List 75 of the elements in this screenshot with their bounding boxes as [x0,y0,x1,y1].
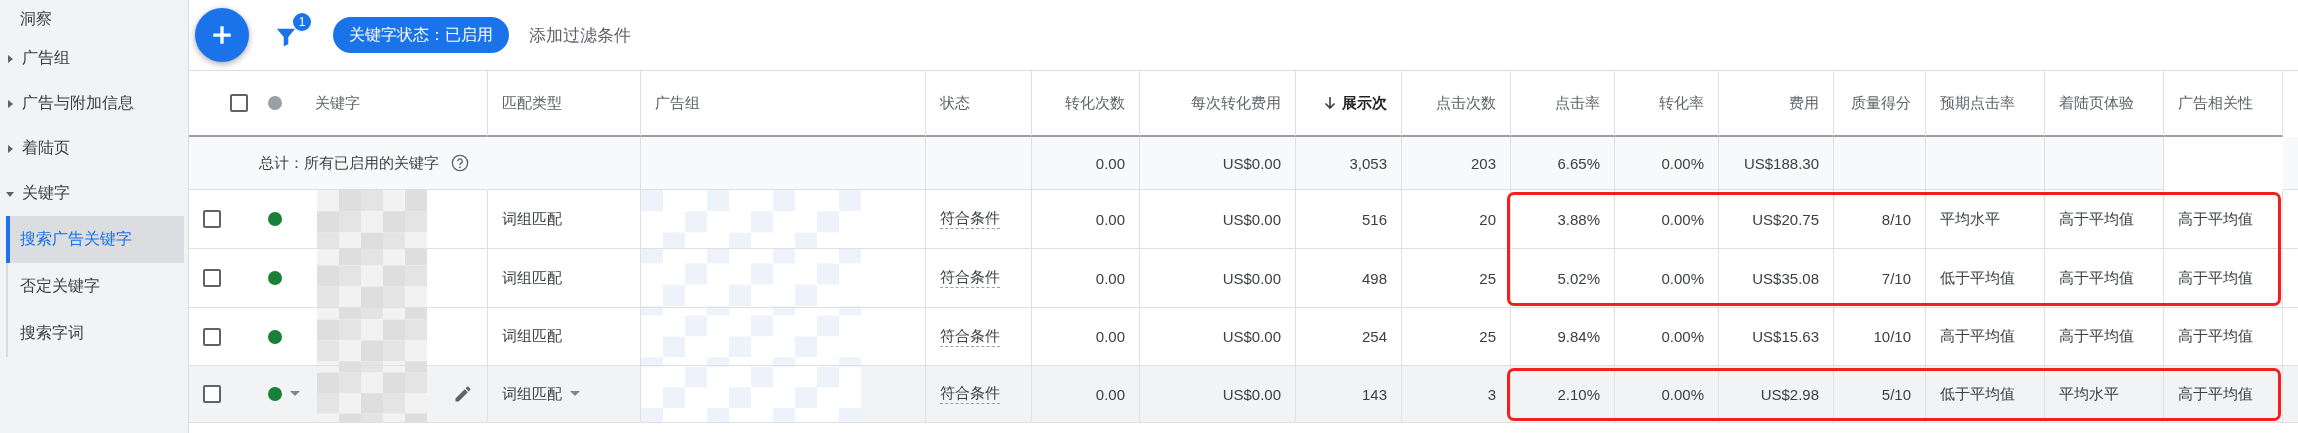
table-cell: 高于平均值 [2045,249,2164,308]
table-cell: 203 [1402,137,1511,190]
table-cell: 8/10 [1834,190,1926,249]
dropdown-caret-icon[interactable] [570,391,580,397]
nav-label: 广告与附加信息 [22,93,134,113]
status-text[interactable]: 符合条件 [940,268,1000,288]
row-checkbox[interactable] [203,385,221,403]
table-cell: 高于平均值 [2164,249,2283,308]
dropdown-caret-icon[interactable] [290,391,300,397]
table-cell: 3.88% [1511,190,1615,249]
table-cell: US$35.08 [1719,249,1834,308]
table-cell: 0.00 [1032,190,1140,249]
nav-item[interactable]: 广告与附加信息 [0,81,188,126]
sort-down-icon [1324,96,1336,110]
nav-item[interactable]: 广告组 [0,36,188,81]
table-cell: 6.65% [1511,137,1615,190]
table-cell: 7/10 [1834,249,1926,308]
match-type: 词组匹配 [502,327,562,346]
nav-item[interactable]: 着陆页 [0,126,188,171]
table-cell: US$0.00 [1140,137,1296,190]
table-cell: 498 [1296,249,1402,308]
status-text[interactable]: 符合条件 [940,326,1000,347]
table-cell: 3 [1402,366,1511,423]
match-type: 词组匹配 [502,268,562,288]
select-all-checkbox[interactable] [230,94,248,112]
row-checkbox[interactable] [203,269,221,287]
table-cell: 25 [1402,249,1511,308]
nav-subitem[interactable]: 否定关键字 [8,263,188,310]
status-dot [268,329,282,344]
filter-chip[interactable]: 关键字状态：已启用 [333,17,509,53]
nav-label: 关键字 [22,183,70,203]
nav-item[interactable]: 洞察 [0,2,188,36]
status-dot [268,271,282,285]
table-cell: 3,053 [1296,137,1402,190]
table-cell: US$20.75 [1719,190,1834,249]
table-cell: 143 [1296,366,1402,423]
table-cell: 516 [1296,190,1402,249]
table-cell: 0.00% [1615,190,1719,249]
nav-subitem[interactable]: 搜索字词 [8,310,188,357]
table-cell: 高于平均值 [2164,190,2283,249]
table-cell: US$188.30 [1719,137,1834,190]
table-cell: 0.00% [1615,249,1719,308]
nav-item[interactable]: 关键字 [0,171,188,216]
table-cell: 0.00% [1615,137,1719,190]
table-cell: 低于平均值 [1926,249,2045,308]
add-button[interactable] [195,8,249,62]
status-text[interactable]: 符合条件 [940,209,1000,229]
status-dot [268,387,282,401]
nav-label: 着陆页 [22,138,70,158]
table-cell: US$0.00 [1140,366,1296,423]
pencil-icon[interactable] [453,384,473,404]
table-cell: US$0.00 [1140,249,1296,308]
nav-label: 洞察 [20,8,52,29]
table-cell: 平均水平 [1926,190,2045,249]
table-cell: 高于平均值 [2045,190,2164,249]
match-type: 词组匹配 [502,384,562,404]
nav-label: 广告组 [22,48,70,68]
nav-subitem[interactable]: 搜索广告关键字 [6,216,184,263]
status-header-dot [268,96,282,110]
table-cell: 0.00 [1032,249,1140,308]
status-text[interactable]: 符合条件 [940,384,1000,404]
match-type: 词组匹配 [502,209,562,229]
column-header[interactable]: 广告相关性 [2164,71,2283,137]
row-checkbox[interactable] [203,327,221,346]
help-icon[interactable] [451,154,469,172]
total-label: 总计：所有已启用的关键字 [259,153,439,173]
row-checkbox[interactable] [203,210,221,228]
table-cell: 0.00 [1032,366,1140,423]
table-cell: 20 [1402,190,1511,249]
status-dot [268,212,282,226]
table-cell: US$0.00 [1140,190,1296,249]
table-cell: 0.00 [1032,137,1140,190]
add-filter-link[interactable]: 添加过滤条件 [523,22,637,48]
table-cell: 5.02% [1511,249,1615,308]
filter-count-badge: 1 [293,13,311,31]
